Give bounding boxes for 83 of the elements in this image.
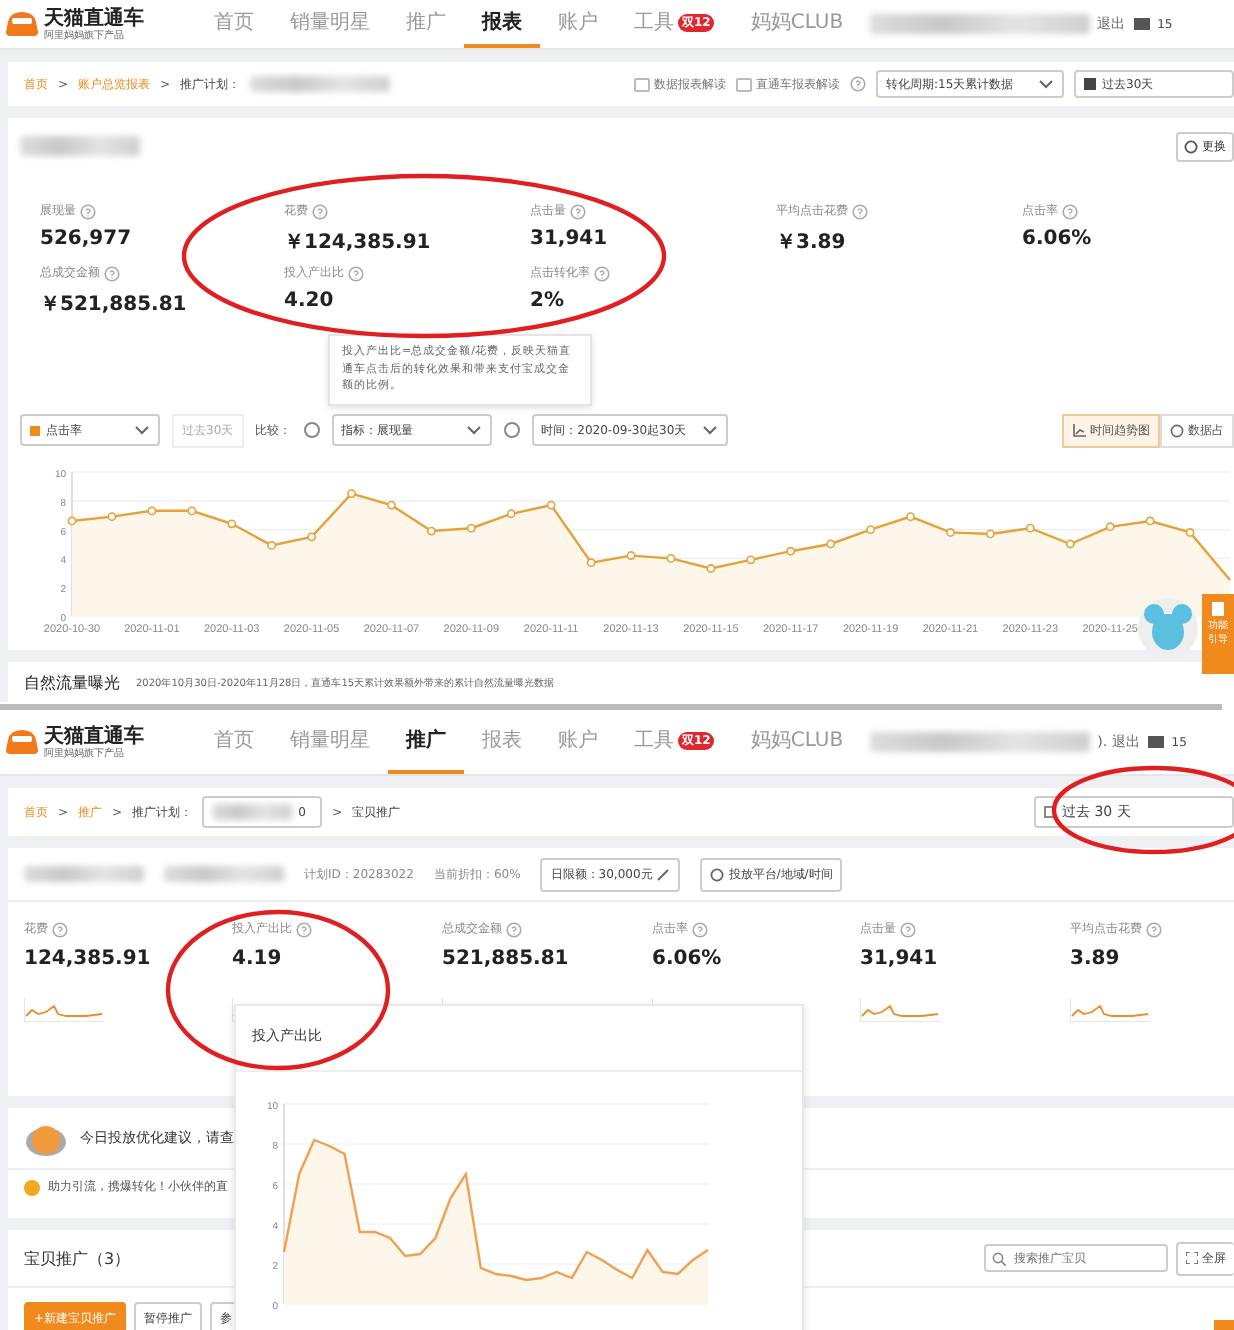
data-point — [1185, 528, 1195, 537]
metric-value: 6.06% — [652, 948, 724, 970]
data-point — [227, 519, 237, 529]
data-point — [107, 512, 117, 522]
help-icon — [692, 921, 708, 937]
help-icon — [1146, 921, 1162, 937]
sparkline — [24, 998, 104, 1022]
section-title: 宝贝推广（3） — [24, 1247, 131, 1269]
data-point — [706, 564, 716, 573]
data-point — [1145, 516, 1155, 526]
data-point — [1065, 539, 1075, 549]
section-title: 自然流量曝光 — [24, 671, 120, 693]
data-point — [387, 500, 396, 510]
metric-value: ￥521,885.81 — [40, 292, 189, 318]
data-point — [307, 532, 316, 542]
help-icon — [52, 921, 68, 937]
help-icon — [312, 203, 328, 219]
data-point — [1105, 522, 1115, 532]
radio-button[interactable] — [503, 422, 520, 438]
chevron-down-icon — [134, 424, 150, 436]
data-point — [946, 528, 955, 537]
pencil-icon — [656, 867, 671, 881]
sparkline — [860, 998, 940, 1022]
metric-value: ￥3.89 — [776, 230, 848, 256]
help-icon — [852, 203, 868, 219]
logo-text: 天猫直通车 — [44, 725, 144, 747]
redacted-block — [24, 866, 144, 882]
data-point — [786, 546, 796, 556]
side-tab[interactable] — [1214, 1320, 1234, 1330]
expand-icon — [1186, 1252, 1198, 1264]
metric-value: 4.20 — [284, 290, 336, 312]
chevron-down-icon — [701, 424, 718, 436]
redacted-block — [20, 136, 140, 156]
data-point — [426, 526, 436, 536]
help-icon — [506, 921, 522, 937]
help-icon — [1062, 203, 1078, 219]
redacted-block — [164, 866, 284, 882]
sparkline — [1070, 998, 1150, 1022]
data-point — [986, 529, 995, 539]
metric-value: 521,885.81 — [442, 948, 571, 970]
help-icon — [900, 921, 916, 937]
data-point — [546, 500, 556, 510]
metric-value: 2% — [530, 290, 566, 312]
metric-value: 31,941 — [530, 228, 610, 250]
logo-text: 天猫直通车 — [44, 7, 144, 29]
toggle-switch[interactable] — [736, 77, 752, 91]
radio-button[interactable] — [303, 422, 320, 438]
help-icon — [570, 203, 586, 219]
metric-value: 3.89 — [1070, 948, 1122, 970]
data-point — [746, 555, 756, 565]
metric-value: 31,941 — [860, 948, 940, 970]
help-icon — [594, 265, 610, 281]
metric-value: ￥124,385.91 — [284, 230, 433, 256]
help-icon — [80, 203, 96, 219]
chevron-down-icon — [465, 424, 482, 436]
data-point — [147, 506, 157, 516]
data-point — [666, 554, 676, 563]
data-point — [1025, 523, 1035, 533]
help-icon — [296, 921, 312, 937]
line-chart-icon — [1072, 423, 1086, 437]
toggle-switch[interactable] — [634, 77, 650, 91]
data-point — [826, 539, 836, 549]
data-point — [267, 541, 277, 550]
metric-value: 6.06% — [1022, 228, 1094, 250]
data-point — [67, 516, 77, 526]
metric-value: 526,977 — [40, 228, 134, 250]
data-point — [866, 525, 875, 534]
help-icon — [850, 76, 866, 92]
metric-value: 124,385.91 — [24, 948, 153, 970]
data-point — [586, 558, 596, 568]
data-point — [466, 523, 476, 533]
metric-value: 4.19 — [232, 948, 284, 970]
help-icon — [104, 265, 120, 281]
redacted-block — [250, 76, 391, 92]
chevron-down-icon — [1038, 78, 1054, 90]
help-icon — [348, 265, 364, 281]
scrollbar[interactable] — [0, 704, 1222, 710]
data-point — [347, 489, 356, 498]
data-point — [187, 506, 197, 516]
data-point — [626, 551, 636, 560]
data-point — [506, 509, 516, 519]
data-point — [906, 512, 915, 522]
redacted-block — [212, 804, 293, 820]
